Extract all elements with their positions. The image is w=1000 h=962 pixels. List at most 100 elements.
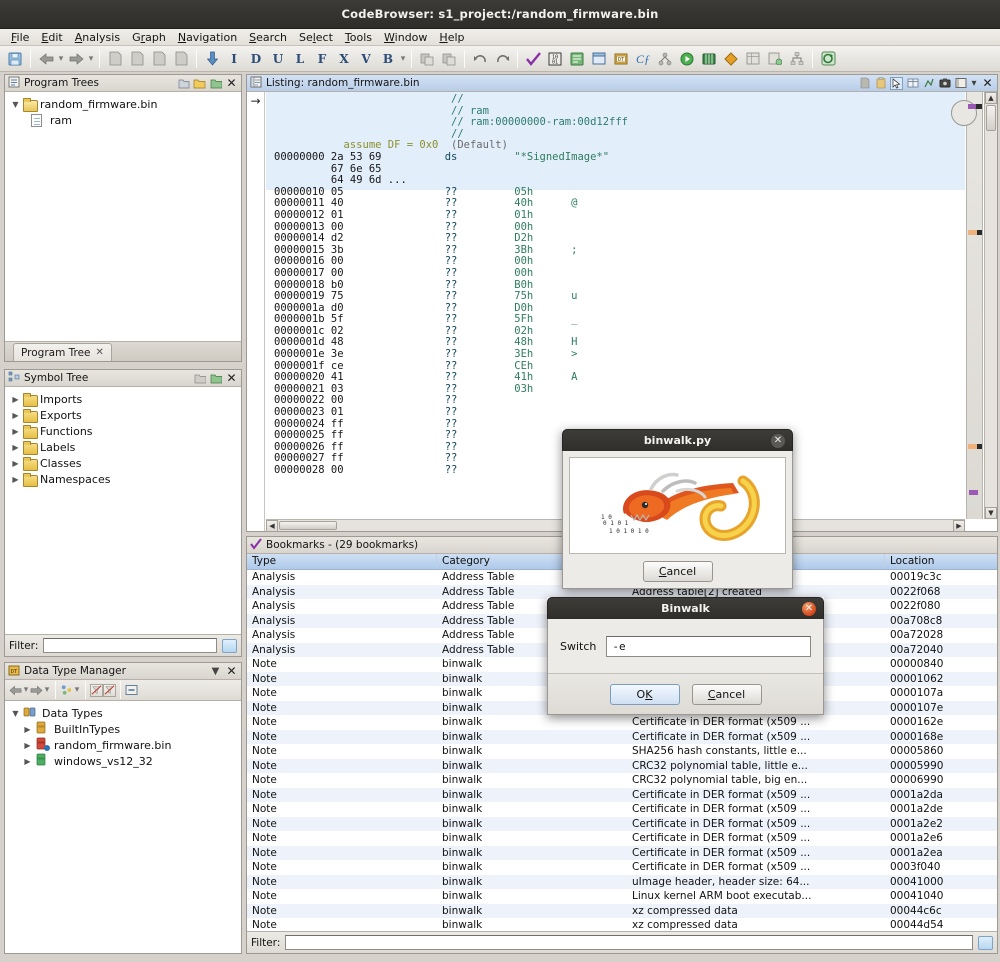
scroll-up-arrow[interactable]: ▲: [985, 92, 997, 104]
symbol-node-namespaces[interactable]: ▶ Namespaces: [7, 471, 239, 487]
table-row[interactable]: NotebinwalkLinux kernel ARM boot executa…: [247, 889, 997, 904]
filter-options-icon[interactable]: [978, 936, 993, 950]
toolbar-letter-v[interactable]: V: [355, 48, 377, 70]
copy-icon[interactable]: [858, 77, 871, 90]
export-icon[interactable]: [764, 48, 786, 70]
toolbar-letter-d[interactable]: D: [245, 48, 267, 70]
forward-dropdown-icon[interactable]: ▾: [43, 685, 51, 695]
undo-icon[interactable]: [469, 48, 491, 70]
table-row[interactable]: NotebinwalkCRC32 polynomial table, big e…: [247, 773, 997, 788]
table-icon[interactable]: [742, 48, 764, 70]
down-arrow-icon[interactable]: [201, 48, 223, 70]
collapse-all-icon[interactable]: [125, 684, 138, 697]
dt-node-builtin[interactable]: ▶ BuiltInTypes: [7, 721, 239, 737]
no-filter2-icon[interactable]: [103, 684, 116, 697]
table-row[interactable]: Notebinwalkxz compressed data00044c6c: [247, 904, 997, 919]
snapshot2-icon[interactable]: [126, 48, 148, 70]
close-icon[interactable]: ✕: [225, 77, 238, 90]
listing-marker-margin[interactable]: [966, 92, 983, 519]
window-icon[interactable]: [588, 48, 610, 70]
no-filter-icon[interactable]: [90, 684, 103, 697]
collapse-icon[interactable]: [209, 77, 222, 90]
column-header-type[interactable]: Type: [247, 554, 437, 569]
tree-node-root[interactable]: ▼ random_firmware.bin: [7, 96, 239, 112]
clone-icon[interactable]: [193, 372, 206, 385]
decompiler-icon[interactable]: [566, 48, 588, 70]
back-arrow-icon[interactable]: [9, 684, 22, 697]
expander-icon[interactable]: ▶: [11, 459, 20, 468]
datatype-icon[interactable]: DT: [610, 48, 632, 70]
menu-item-window[interactable]: Window: [378, 30, 433, 45]
diamond-icon[interactable]: [720, 48, 742, 70]
redo-icon[interactable]: [491, 48, 513, 70]
forward-dropdown-icon[interactable]: ▾: [87, 54, 95, 64]
letters-dropdown-icon[interactable]: ▾: [399, 54, 407, 64]
refresh-icon[interactable]: [817, 48, 839, 70]
checkmark-icon[interactable]: [522, 48, 544, 70]
table-row[interactable]: Notebinwalkxz compressed data00044d54: [247, 918, 997, 931]
menu-item-edit[interactable]: Edit: [35, 30, 68, 45]
ok-button[interactable]: OK: [610, 684, 680, 705]
toolbar-letter-i[interactable]: I: [223, 48, 245, 70]
table-row[interactable]: NotebinwalkCertificate in DER format (x5…: [247, 817, 997, 832]
snapshot3-icon[interactable]: [148, 48, 170, 70]
cursor-icon[interactable]: [890, 77, 903, 90]
tab-program-tree[interactable]: Program Tree ✕: [13, 343, 112, 361]
memory-icon[interactable]: [698, 48, 720, 70]
menu-item-tools[interactable]: Tools: [339, 30, 378, 45]
scroll-left-arrow[interactable]: ◀: [266, 520, 278, 532]
copy-block-icon[interactable]: [438, 48, 460, 70]
graph-icon[interactable]: [654, 48, 676, 70]
listing-hscroll-thumb[interactable]: [279, 521, 337, 530]
cancel-button[interactable]: Cancel: [643, 561, 713, 582]
table-row[interactable]: NotebinwalkCertificate in DER format (x5…: [247, 715, 997, 730]
snapshot-icon[interactable]: [104, 48, 126, 70]
dropdown-icon[interactable]: ▾: [970, 77, 978, 90]
forward-arrow-icon[interactable]: [30, 684, 43, 697]
column-header-location[interactable]: Location: [885, 554, 997, 569]
menu-icon[interactable]: [954, 77, 967, 90]
symbol-node-classes[interactable]: ▶ Classes: [7, 455, 239, 471]
refresh-icon[interactable]: [209, 372, 222, 385]
table-row[interactable]: NotebinwalkCertificate in DER format (x5…: [247, 788, 997, 803]
table-row[interactable]: NotebinwalkCertificate in DER format (x5…: [247, 846, 997, 861]
expander-icon[interactable]: ▶: [11, 443, 20, 452]
open-folder-icon[interactable]: [193, 77, 206, 90]
switch-input[interactable]: -e: [606, 636, 811, 657]
run-icon[interactable]: [676, 48, 698, 70]
listing-scroll-thumb[interactable]: [986, 105, 996, 131]
bookmarks-filter-input[interactable]: [285, 935, 973, 950]
table-row[interactable]: NotebinwalkCertificate in DER format (x5…: [247, 831, 997, 846]
menu-item-analysis[interactable]: Analysis: [69, 30, 126, 45]
table-row[interactable]: NotebinwalkCertificate in DER format (x5…: [247, 802, 997, 817]
menu-item-select[interactable]: Select: [293, 30, 339, 45]
filter-dropdown-icon[interactable]: ▾: [73, 685, 81, 695]
table-row[interactable]: NotebinwalkCRC32 polynomial table, littl…: [247, 759, 997, 774]
bytes-icon[interactable]: 1001: [544, 48, 566, 70]
paste-icon[interactable]: [874, 77, 887, 90]
close-icon[interactable]: ✕: [771, 434, 785, 448]
forward-arrow-icon[interactable]: [65, 48, 87, 70]
close-icon[interactable]: ✕: [225, 372, 238, 385]
symbol-node-imports[interactable]: ▶ Imports: [7, 391, 239, 407]
expander-icon[interactable]: ▶: [11, 475, 20, 484]
snapshot4-icon[interactable]: [170, 48, 192, 70]
new-folder-icon[interactable]: [177, 77, 190, 90]
snapshot-icon[interactable]: [938, 77, 951, 90]
symbol-node-labels[interactable]: ▶ Labels: [7, 439, 239, 455]
dt-node-random-firmware[interactable]: ▶ random_firmware.bin: [7, 737, 239, 753]
tree-icon[interactable]: [786, 48, 808, 70]
table-row[interactable]: NotebinwalkSHA256 hash constants, little…: [247, 744, 997, 759]
function-icon[interactable]: Cƒ: [632, 48, 654, 70]
scroll-right-arrow[interactable]: ▶: [953, 520, 965, 532]
symbol-node-exports[interactable]: ▶ Exports: [7, 407, 239, 423]
toolbar-letter-l[interactable]: L: [289, 48, 311, 70]
cancel-button[interactable]: Cancel: [692, 684, 762, 705]
back-dropdown-icon[interactable]: ▾: [22, 685, 30, 695]
close-icon[interactable]: ✕: [225, 665, 238, 678]
menu-item-navigation[interactable]: Navigation: [172, 30, 243, 45]
menu-item-graph[interactable]: Graph: [126, 30, 172, 45]
menu-item-help[interactable]: Help: [433, 30, 470, 45]
menu-item-file[interactable]: File: [5, 30, 35, 45]
dt-node-data-types[interactable]: ▼ Data Types: [7, 705, 239, 721]
